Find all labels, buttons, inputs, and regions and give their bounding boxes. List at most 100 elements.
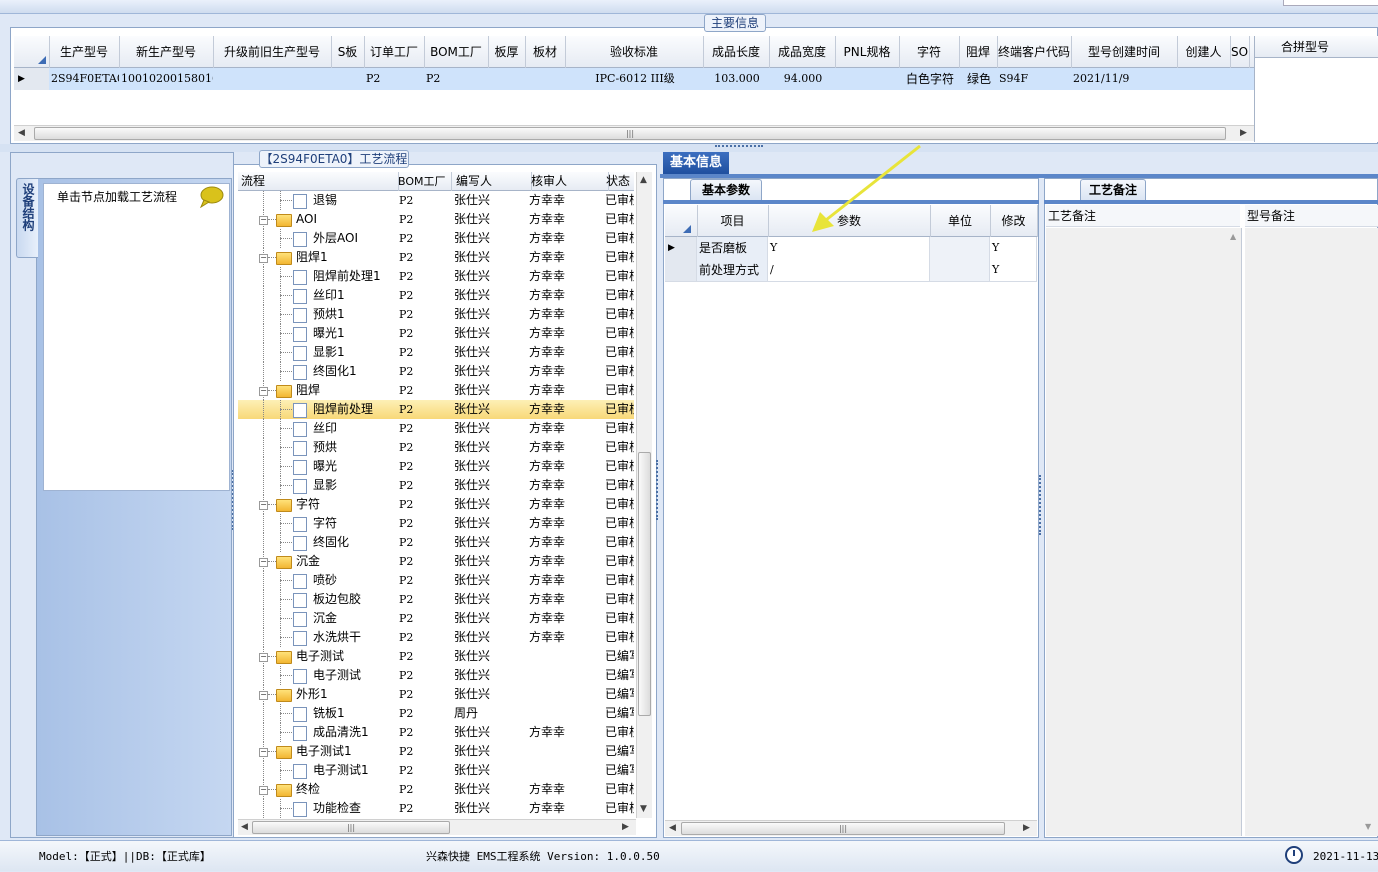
main-col-1[interactable]: 新生产型号 [119,36,214,68]
main-col-3[interactable]: S板 [331,36,365,68]
col-item[interactable]: 项目 [697,205,769,237]
tree-step-row[interactable]: 曝光1 P2 张仕兴 方幸幸 已审核 [238,324,634,343]
collapse-icon[interactable]: − [259,558,268,567]
main-cell-8[interactable]: IPC-6012 III级 [567,68,703,90]
tree-folder-row[interactable]: − 电子测试1 P2 张仕兴 已编写 [238,742,634,761]
tree-step-row[interactable]: 阻焊前处理1 P2 张仕兴 方幸幸 已审核 [238,267,634,286]
scroll-left-icon[interactable]: ◀ [18,128,25,138]
main-grid-row[interactable]: ▶ 2S94F0ETA0 10010200158016 P2 P2 IPC-6012 II… [14,68,1254,90]
collapse-icon[interactable]: − [259,254,268,263]
tree-step-row[interactable]: 铣板1 P2 周丹 已编写 [238,704,634,723]
main-cell-11[interactable] [837,68,899,90]
param-item-cell[interactable]: 前处理方式 [697,259,768,281]
merge-model-list[interactable] [1254,58,1378,142]
collapse-icon[interactable]: − [259,387,268,396]
params-hscroll-thumb[interactable]: ||| [681,822,1005,835]
splitter-grip-icon[interactable] [715,145,763,148]
tree-step-row[interactable]: 显影 P2 张仕兴 方幸幸 已审核 [238,476,634,495]
tree-folder-row[interactable]: − 字符 P2 张仕兴 方幸幸 已审核 [238,495,634,514]
node-hint-box[interactable]: 单击节点加载工艺流程 [43,183,230,491]
main-col-6[interactable]: 板厚 [488,36,526,68]
tree-step-row[interactable]: 功能检查 P2 张仕兴 方幸幸 已审核 [238,799,634,818]
params-hscroll[interactable]: ◀ ||| ▶ [665,820,1037,836]
col-flow[interactable]: 流程 [238,172,399,191]
flow-vscroll-thumb[interactable] [638,452,651,716]
main-col-0[interactable]: 生产型号 [49,36,120,68]
param-modify-cell[interactable]: Y [990,259,1037,281]
tab-equipment-structure[interactable]: 设备结构 [16,178,38,258]
tree-step-row[interactable]: 沉金 P2 张仕兴 方幸幸 已审核 [238,609,634,628]
tree-step-row[interactable]: 电子测试1 P2 张仕兴 已编写 [238,761,634,780]
scroll-left-icon[interactable]: ◀ [669,823,676,833]
scroll-left-icon[interactable]: ◀ [241,822,248,832]
row-selector-corner[interactable] [14,36,50,68]
main-cell-13[interactable]: 绿色 [961,68,997,90]
main-cell-7[interactable] [527,68,565,90]
tab-basic-params[interactable]: 基本参数 [690,179,762,200]
main-cell-14[interactable]: S94F [999,68,1071,90]
flow-hscroll[interactable]: ◀ ||| ▶ [238,819,636,835]
main-cell-17[interactable] [1232,68,1249,90]
collapse-icon[interactable]: − [259,501,268,510]
param-value-cell[interactable]: / [768,259,930,281]
tree-folder-row[interactable]: − AOI P2 张仕兴 方幸幸 已审核 [238,210,634,229]
main-cell-5[interactable]: P2 [426,68,488,90]
col-modify[interactable]: 修改 [990,205,1038,237]
tree-step-row[interactable]: 成品清洗1 P2 张仕兴 方幸幸 已审核 [238,723,634,742]
scroll-down-icon[interactable]: ▼ [1365,822,1371,831]
main-cell-2[interactable] [215,68,331,90]
main-cell-10[interactable]: 94.000 [771,68,835,90]
top-right-input[interactable] [1283,0,1378,6]
col-status[interactable]: 状态 [600,172,641,191]
tree-step-row[interactable]: 阻焊前处理 P2 张仕兴 方幸幸 已审核 [238,400,634,419]
right-splitter-grip[interactable] [1039,475,1043,545]
param-row[interactable]: 前处理方式 / Y [665,259,1037,282]
scroll-right-icon[interactable]: ▶ [622,822,629,832]
tree-step-row[interactable]: 退锡 P2 张仕兴 方幸幸 已审核 [238,191,634,210]
collapse-icon[interactable]: − [259,748,268,757]
tree-folder-row[interactable]: − 沉金 P2 张仕兴 方幸幸 已审核 [238,552,634,571]
main-cell-9[interactable]: 103.000 [705,68,769,90]
main-col-10[interactable]: 成品宽度 [769,36,836,68]
main-cell-15[interactable]: 2021/11/9 [1073,68,1177,90]
main-cell-4[interactable]: P2 [366,68,424,90]
tree-folder-row[interactable]: − 阻焊 P2 张仕兴 方幸幸 已审核 [238,381,634,400]
param-modify-cell[interactable]: Y [990,237,1037,259]
col-writer[interactable]: 编写人 [448,172,532,191]
model-note-textarea[interactable]: ▼ [1245,228,1378,836]
main-col-14[interactable]: 终端客户代码 [997,36,1072,68]
tree-folder-row[interactable]: − 终检 P2 张仕兴 方幸幸 已审核 [238,780,634,799]
main-col-17[interactable]: SO [1230,36,1250,68]
main-col-8[interactable]: 验收标准 [565,36,704,68]
tree-step-row[interactable]: 板边包胶 P2 张仕兴 方幸幸 已审核 [238,590,634,609]
scroll-down-icon[interactable]: ▼ [640,804,647,814]
main-col-9[interactable]: 成品长度 [703,36,770,68]
main-cell-12[interactable]: 白色字符 [901,68,959,90]
horizontal-splitter[interactable] [0,144,1378,152]
tree-step-row[interactable]: 丝印1 P2 张仕兴 方幸幸 已审核 [238,286,634,305]
tree-step-row[interactable]: 预烘1 P2 张仕兴 方幸幸 已审核 [238,305,634,324]
param-item-cell[interactable]: 是否磨板 [697,237,768,259]
main-col-13[interactable]: 阻焊 [959,36,998,68]
flow-vscroll[interactable]: ▲ ▼ [636,172,652,818]
scroll-up-icon[interactable]: ▲ [1230,232,1236,241]
tree-step-row[interactable]: 终固化 P2 张仕兴 方幸幸 已审核 [238,533,634,552]
tree-step-row[interactable]: 水洗烘干 P2 张仕兴 方幸幸 已审核 [238,628,634,647]
process-note-textarea[interactable]: ▲ [1046,228,1242,836]
param-unit-cell[interactable] [930,259,990,281]
tree-step-row[interactable]: 外层AOI P2 张仕兴 方幸幸 已审核 [238,229,634,248]
main-col-4[interactable]: 订单工厂 [364,36,425,68]
collapse-icon[interactable]: − [259,653,268,662]
tab-basic-info[interactable]: 基本信息 [663,152,729,174]
main-cell-16[interactable] [1179,68,1230,90]
tree-step-row[interactable]: 显影1 P2 张仕兴 方幸幸 已审核 [238,343,634,362]
tree-step-row[interactable]: 曝光 P2 张仕兴 方幸幸 已审核 [238,457,634,476]
collapse-icon[interactable]: − [259,691,268,700]
param-row[interactable]: ▶ 是否磨板 Y Y [665,237,1037,260]
main-col-16[interactable]: 创建人 [1177,36,1231,68]
param-value-cell[interactable]: Y [768,237,930,259]
tab-process-remarks[interactable]: 工艺备注 [1080,179,1146,200]
tree-folder-row[interactable]: − 外形1 P2 张仕兴 已编写 [238,685,634,704]
main-col-7[interactable]: 板材 [525,36,566,68]
col-auditor[interactable]: 核审人 [523,172,609,191]
